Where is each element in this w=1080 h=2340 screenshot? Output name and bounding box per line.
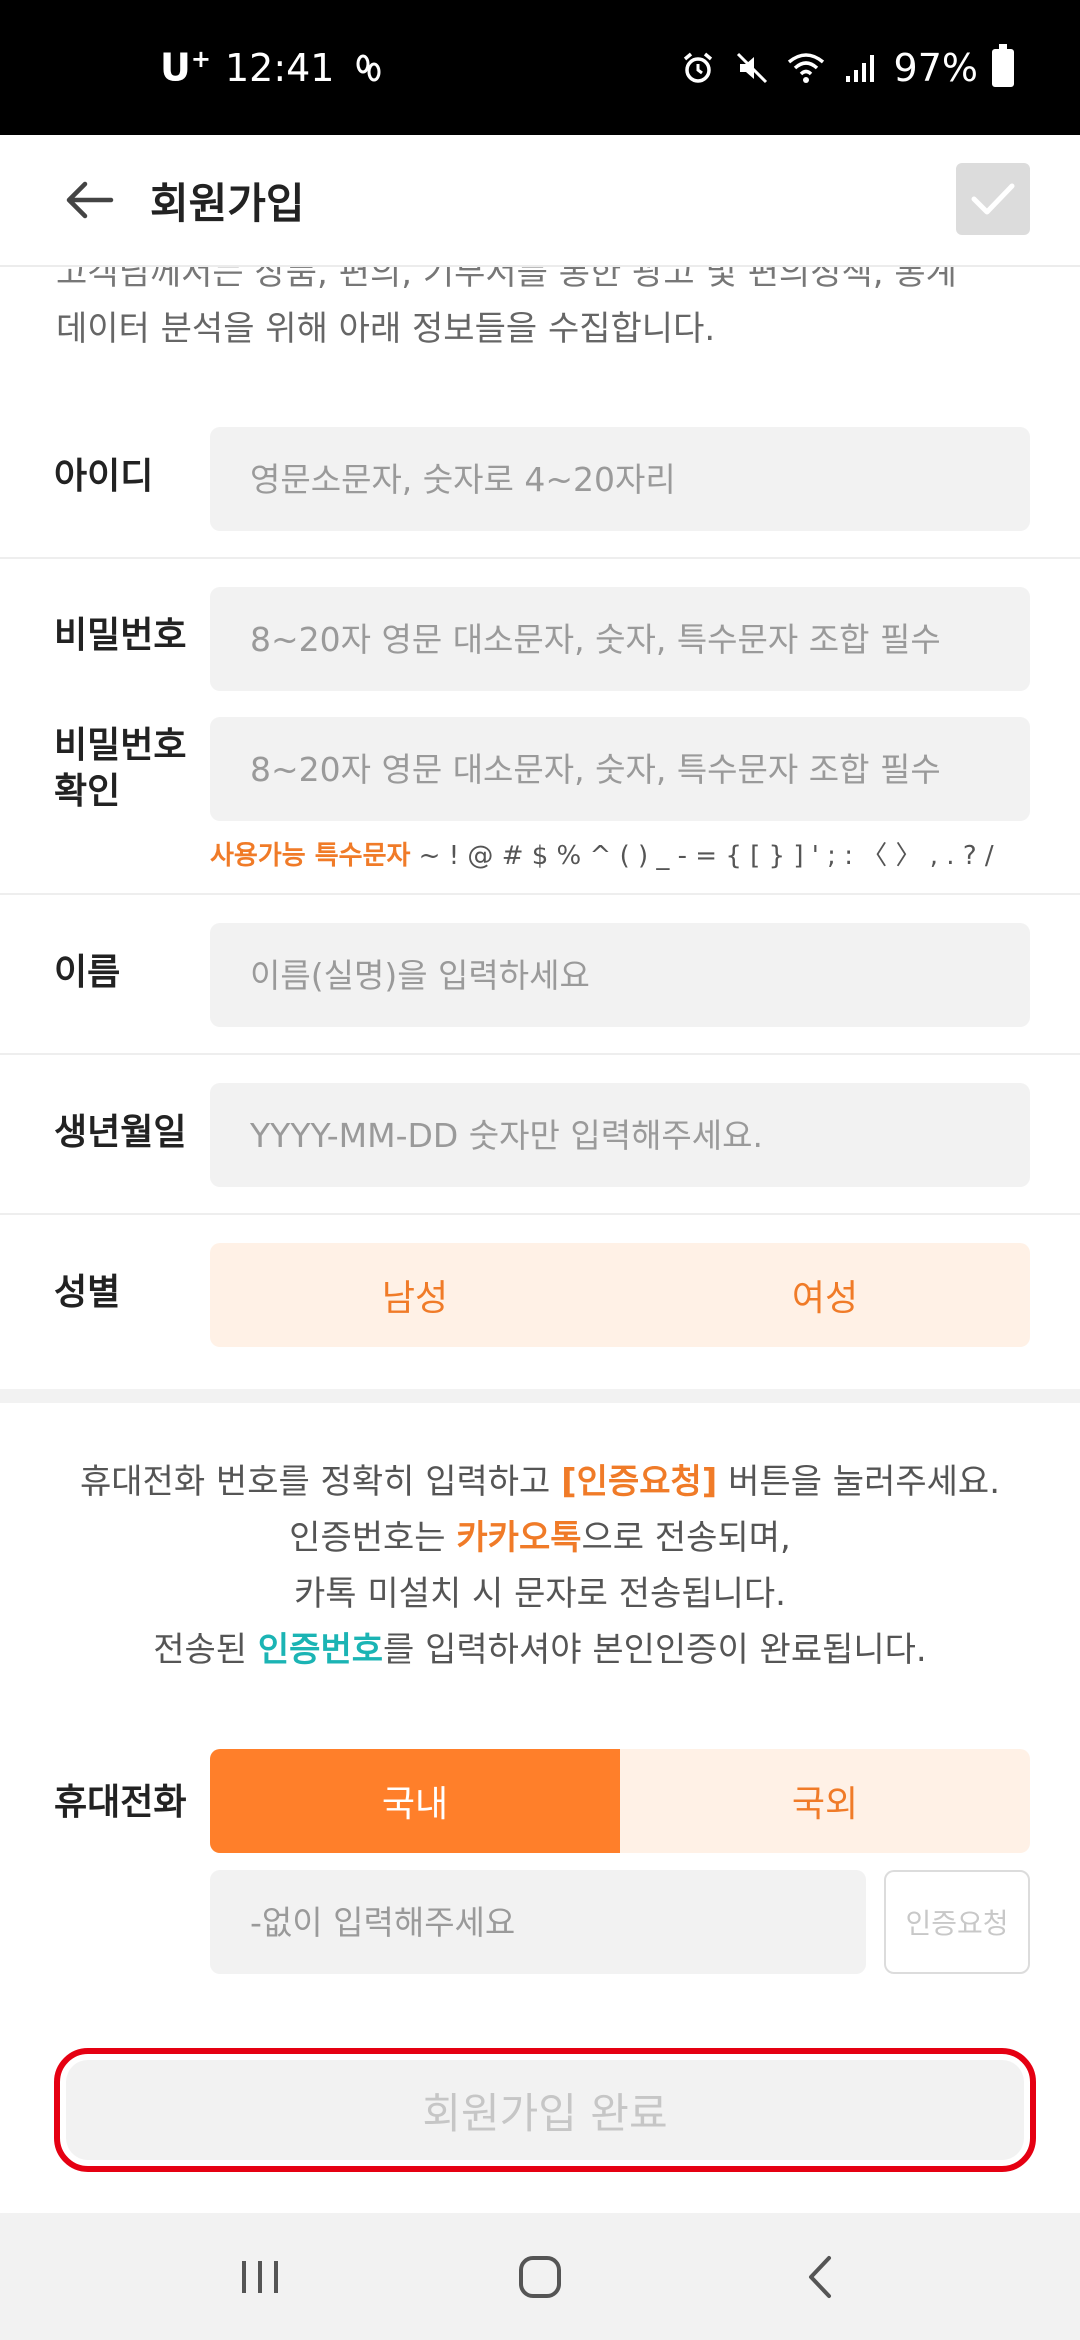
password-confirm-input[interactable]: [210, 717, 1030, 821]
section-divider: [0, 1389, 1080, 1403]
alarm-icon: [678, 48, 718, 88]
phone-number-input[interactable]: [210, 1870, 866, 1974]
page-title: 회원가입: [150, 178, 305, 228]
password-confirm-label-line1: 비밀번호: [54, 725, 187, 766]
confirm-button[interactable]: [956, 163, 1030, 235]
intro-text: 데이터 분석을 위해 아래 정보들을 수집합니다.: [56, 309, 716, 349]
battery-percent: 97%: [893, 45, 978, 90]
phone-overseas-option[interactable]: 국외: [620, 1749, 1030, 1853]
check-icon: [971, 183, 1015, 215]
mute-icon: [732, 48, 772, 88]
system-nav-bar: [0, 2213, 1080, 2340]
back-button[interactable]: [44, 155, 134, 245]
verify-request-button[interactable]: 인증요청: [884, 1870, 1030, 1974]
carrier-label: U+: [160, 45, 211, 90]
special-chars-label: 사용가능 특수문자: [210, 841, 411, 871]
signup-form: 고객님께서는 상품, 편의, 기부서를 통한 광고 및 편의정책, 통계 데이터…: [0, 267, 1080, 2213]
divider: [0, 557, 1080, 559]
status-left: U+ 12:41: [160, 45, 388, 90]
recent-apps-icon: [242, 2260, 278, 2293]
home-icon: [519, 2255, 561, 2298]
divider: [0, 1213, 1080, 1215]
app-bar: 회원가입: [0, 135, 1080, 267]
id-input[interactable]: [210, 427, 1030, 531]
birthdate-input[interactable]: [210, 1083, 1030, 1187]
chevron-left-icon: [809, 2255, 831, 2298]
notice-line-4: 전송된 인증번호를 입력하셔야 본인인증이 완료됩니다.: [153, 1630, 927, 1670]
phone-label: 휴대전화: [54, 1782, 187, 1823]
submit-button[interactable]: 회원가입 완료: [66, 2060, 1024, 2160]
birthdate-label: 생년월일: [54, 1112, 187, 1153]
id-label: 아이디: [54, 456, 154, 497]
password-confirm-label: 비밀번호 확인: [54, 723, 186, 815]
back-nav-button[interactable]: [775, 2232, 865, 2322]
home-button[interactable]: [495, 2232, 585, 2322]
password-confirm-label-line2: 확인: [54, 771, 121, 812]
footsteps-icon: [348, 48, 388, 88]
clock: 12:41: [224, 45, 335, 90]
arrow-left-icon: [66, 181, 114, 219]
special-chars-hint: 사용가능 특수문자 ~ ! @ # $ % ^ ( ) _ - = { [ } …: [210, 835, 994, 872]
notice-line-3: 카톡 미설치 시 문자로 전송됩니다.: [294, 1574, 786, 1614]
notice-line-2: 인증번호는 카카오톡으로 전송되며,: [289, 1518, 791, 1558]
submit-highlight: 회원가입 완료: [54, 2048, 1036, 2172]
password-label: 비밀번호: [54, 615, 187, 656]
battery-icon: [992, 43, 1014, 87]
signup-screen: U+ 12:41 97% 회원가입 고객님께서는 상품, 편의, 기부서를 통한…: [0, 0, 1080, 2340]
gender-female-option[interactable]: 여성: [620, 1243, 1030, 1347]
phone-region-toggle: 국내 국외: [210, 1749, 1030, 1853]
divider: [0, 893, 1080, 895]
gender-label: 성별: [54, 1272, 121, 1313]
intro-text-cut: 고객님께서는 상품, 편의, 기부서를 통한 광고 및 편의정책, 통계: [56, 267, 957, 293]
gender-toggle: 남성 여성: [210, 1243, 1030, 1347]
password-input[interactable]: [210, 587, 1030, 691]
wifi-icon: [786, 48, 826, 88]
status-right: 97%: [678, 43, 1014, 90]
verification-notice: 휴대전화 번호를 정확히 입력하고 [인증요청] 버튼을 눌러주세요. 인증번호…: [0, 1454, 1080, 1678]
signal-icon: [840, 48, 880, 88]
status-bar: U+ 12:41 97%: [0, 0, 1080, 135]
recent-apps-button[interactable]: [215, 2232, 305, 2322]
notice-line-1: 휴대전화 번호를 정확히 입력하고 [인증요청] 버튼을 눌러주세요.: [79, 1462, 1001, 1502]
divider: [0, 1053, 1080, 1055]
special-chars-value: ~ ! @ # $ % ^ ( ) _ - = { [ } ] ' ; : 〈 …: [410, 841, 994, 871]
name-input[interactable]: [210, 923, 1030, 1027]
name-label: 이름: [54, 952, 121, 993]
gender-male-option[interactable]: 남성: [210, 1243, 620, 1347]
phone-domestic-option[interactable]: 국내: [210, 1749, 620, 1853]
